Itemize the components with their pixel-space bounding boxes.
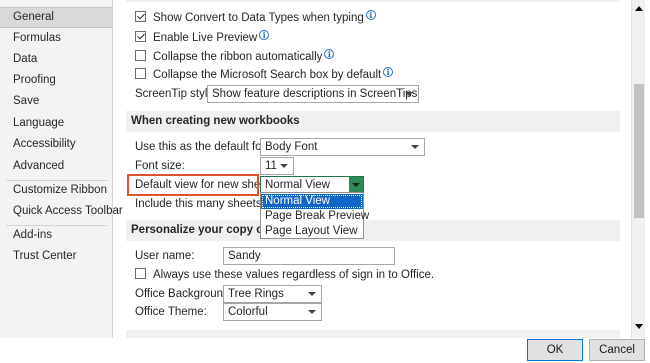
sidebar-item-add-ins[interactable]: Add-ins (0, 225, 112, 246)
default-font-dropdown[interactable]: Body Font (260, 138, 425, 156)
cancel-button[interactable]: Cancel (589, 339, 645, 361)
show-convert-label: Show Convert to Data Types when typing (153, 12, 364, 24)
chevron-down-icon (405, 92, 413, 96)
dropdown-option-page-layout-view[interactable]: Page Layout View (261, 224, 363, 239)
options-main-panel: Show Convert to Data Types when typing i … (113, 0, 631, 338)
option-enable-live-preview[interactable]: Enable Live Preview i (135, 29, 270, 47)
font-size-value: 11 (265, 160, 277, 172)
sidebar-item-advanced[interactable]: Advanced (0, 156, 112, 177)
office-background-label: Office Background: (135, 288, 233, 300)
office-theme-label: Office Theme: (135, 306, 207, 318)
sidebar-item-data[interactable]: Data (0, 49, 112, 70)
section-personalize-heading: Personalize your copy of Microsoft Offic… (126, 220, 620, 241)
chevron-down-icon (308, 310, 316, 314)
default-font-value: Body Font (265, 141, 318, 153)
section-header-partial (126, 330, 620, 338)
show-convert-checkbox[interactable] (135, 11, 146, 22)
sidebar-item-trust-center[interactable]: Trust Center (0, 246, 112, 267)
live-preview-checkbox[interactable] (135, 31, 146, 42)
screentip-style-label: ScreenTip style: (135, 88, 218, 100)
office-background-value: Tree Rings (228, 288, 284, 300)
collapse-ribbon-label: Collapse the ribbon automatically (153, 51, 323, 63)
sidebar-item-customize-ribbon[interactable]: Customize Ribbon (0, 180, 112, 201)
scrollbar-thumb[interactable] (634, 84, 644, 218)
chevron-down-icon[interactable] (349, 177, 363, 193)
live-preview-label: Enable Live Preview (153, 32, 258, 44)
sidebar-item-accessibility[interactable]: Accessibility (0, 134, 112, 155)
sidebar-item-formulas[interactable]: Formulas (0, 28, 112, 49)
sidebar-item-language[interactable]: Language (0, 113, 112, 134)
always-use-checkbox[interactable] (135, 268, 146, 279)
dropdown-option-normal-view[interactable]: Normal View (261, 194, 363, 209)
chevron-down-icon (280, 164, 288, 168)
option-always-use-values[interactable]: Always use these values regardless of si… (135, 266, 434, 284)
always-use-label: Always use these values regardless of si… (153, 269, 435, 281)
chevron-down-icon (308, 292, 316, 296)
collapse-search-checkbox[interactable] (135, 68, 146, 79)
options-sidebar: General Formulas Data Proofing Save Lang… (0, 0, 123, 338)
dropdown-option-page-break-preview[interactable]: Page Break Preview (261, 209, 369, 224)
user-name-label: User name: (135, 250, 195, 262)
screentip-style-value: Show feature descriptions in ScreenTips (212, 88, 418, 100)
office-theme-value: Colorful (228, 306, 268, 318)
screentip-style-dropdown[interactable]: Show feature descriptions in ScreenTips (207, 85, 419, 103)
sidebar-item-quick-access-toolbar[interactable]: Quick Access Toolbar (0, 201, 123, 222)
default-font-label: Use this as the default font: (135, 141, 275, 153)
sheets-count-label: Include this many sheets: (135, 198, 265, 210)
default-view-value: Normal View (265, 179, 330, 191)
office-theme-dropdown[interactable]: Colorful (223, 303, 322, 321)
collapse-search-label: Collapse the Microsoft Search box by def… (153, 69, 382, 81)
sidebar-item-proofing[interactable]: Proofing (0, 70, 112, 91)
sidebar-item-save[interactable]: Save (0, 91, 112, 112)
scroll-up-icon[interactable] (634, 4, 644, 14)
info-icon[interactable]: i (324, 49, 335, 59)
office-background-dropdown[interactable]: Tree Rings (223, 285, 322, 303)
info-icon[interactable]: i (259, 30, 270, 40)
highlight-annotation (127, 174, 259, 196)
option-collapse-search[interactable]: Collapse the Microsoft Search box by def… (135, 66, 394, 84)
option-collapse-ribbon[interactable]: Collapse the ribbon automatically i (135, 48, 335, 66)
scroll-down-icon[interactable] (634, 322, 644, 332)
vertical-scrollbar[interactable] (631, 0, 645, 338)
font-size-dropdown[interactable]: 11 (260, 157, 294, 175)
default-view-options-list: Normal View Page Break Preview Page Layo… (260, 192, 369, 239)
section-header-partial (126, 0, 620, 2)
sidebar-item-general[interactable]: General (0, 7, 112, 28)
info-icon[interactable]: i (365, 10, 376, 20)
info-icon[interactable]: i (383, 67, 394, 77)
user-name-field[interactable]: Sandy (223, 247, 395, 265)
option-show-convert-data-types[interactable]: Show Convert to Data Types when typing i (135, 9, 376, 27)
ok-button[interactable]: OK (527, 339, 583, 361)
chevron-down-icon (411, 145, 419, 149)
section-new-workbooks-heading: When creating new workbooks (126, 111, 620, 132)
font-size-label: Font size: (135, 160, 185, 172)
collapse-ribbon-checkbox[interactable] (135, 50, 146, 61)
dialog-footer: OK Cancel (0, 338, 650, 363)
